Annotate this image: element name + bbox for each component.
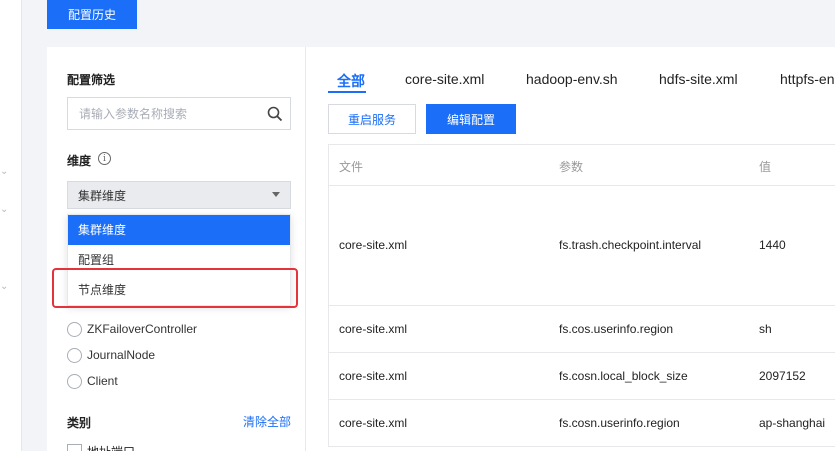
tab-hdfs-site[interactable]: hdfs-site.xml <box>659 71 738 87</box>
radio-circle[interactable] <box>67 347 82 363</box>
cell-file: core-site.xml <box>339 238 408 252</box>
highlight-annotation-box <box>52 268 298 308</box>
cell-param: fs.trash.checkpoint.interval <box>559 238 702 252</box>
radio-zkfailovercontroller[interactable]: ZKFailoverController <box>67 320 197 338</box>
search-icon[interactable] <box>267 106 283 125</box>
search-field[interactable] <box>67 97 291 130</box>
cell-param: fs.cosn.local_block_size <box>559 369 688 383</box>
dropdown-option-cluster[interactable]: 集群维度 <box>68 215 290 245</box>
dimension-selected-value: 集群维度 <box>78 188 127 203</box>
info-icon[interactable]: i <box>98 152 111 165</box>
checkbox-address-port[interactable]: 地址端口 <box>67 443 135 451</box>
radio-circle[interactable] <box>67 321 82 337</box>
config-history-button[interactable]: 配置历史 <box>47 0 137 29</box>
category-label: 类别 <box>67 416 92 430</box>
cell-param: fs.cosn.userinfo.region <box>559 416 680 430</box>
left-nav-strip: ⌄ ⌄ ⌄ <box>0 0 22 451</box>
cell-value: 2097152 <box>759 369 806 383</box>
tab-core-site[interactable]: core-site.xml <box>405 71 484 87</box>
chevron-down-icon[interactable]: ⌄ <box>0 166 10 177</box>
checkbox-label: 地址端口 <box>87 443 135 451</box>
chevron-down-icon[interactable]: ⌄ <box>0 281 10 292</box>
cell-file: core-site.xml <box>339 416 408 430</box>
file-tabs: 全部 core-site.xml hadoop-env.sh hdfs-site… <box>307 47 835 93</box>
cell-param: fs.cos.userinfo.region <box>559 322 674 336</box>
config-table: 文件 参数 值 core-site.xml fs.trash.checkpoin… <box>328 144 835 447</box>
clear-all-link[interactable]: 清除全部 <box>243 413 291 430</box>
column-header-value: 值 <box>759 160 772 174</box>
table-row: core-site.xml fs.trash.checkpoint.interv… <box>329 186 835 306</box>
restart-service-button[interactable]: 重启服务 <box>328 104 416 134</box>
tab-httpfs-env[interactable]: httpfs-en <box>780 71 834 87</box>
table-row: core-site.xml fs.cosn.userinfo.region ap… <box>329 400 835 447</box>
cell-file: core-site.xml <box>339 322 408 336</box>
tab-hadoop-env[interactable]: hadoop-env.sh <box>526 71 618 87</box>
config-content: 全部 core-site.xml hadoop-env.sh hdfs-site… <box>307 47 835 451</box>
edit-config-button[interactable]: 编辑配置 <box>426 104 516 134</box>
caret-down-icon <box>272 192 280 197</box>
radio-journalnode[interactable]: JournalNode <box>67 346 155 364</box>
active-tab-indicator <box>328 91 366 93</box>
table-row: core-site.xml fs.cos.userinfo.region sh <box>329 306 835 353</box>
radio-client[interactable]: Client <box>67 372 118 390</box>
dimension-select[interactable]: 集群维度 <box>67 181 291 209</box>
filter-column: 配置筛选 维度 i 集群维度 集群维度 配置组 节点维度 ZKFailoverC… <box>47 47 306 451</box>
table-header: 文件 参数 值 <box>329 145 835 186</box>
search-input[interactable] <box>68 98 258 129</box>
tab-all[interactable]: 全部 <box>337 71 365 91</box>
chevron-down-icon[interactable]: ⌄ <box>0 204 10 215</box>
cell-value: 1440 <box>759 238 786 252</box>
radio-circle[interactable] <box>67 373 82 389</box>
cell-value: sh <box>759 322 772 336</box>
cell-value: ap-shanghai <box>759 416 826 430</box>
column-header-param: 参数 <box>559 160 584 174</box>
cell-file: core-site.xml <box>339 369 408 383</box>
filter-title: 配置筛选 <box>67 73 116 87</box>
checkbox-box[interactable] <box>67 444 82 451</box>
config-panel: 配置筛选 维度 i 集群维度 集群维度 配置组 节点维度 ZKFailoverC… <box>47 47 835 451</box>
dimension-label: 维度 <box>67 154 92 168</box>
table-row: core-site.xml fs.cosn.local_block_size 2… <box>329 353 835 400</box>
column-header-file: 文件 <box>339 160 364 174</box>
